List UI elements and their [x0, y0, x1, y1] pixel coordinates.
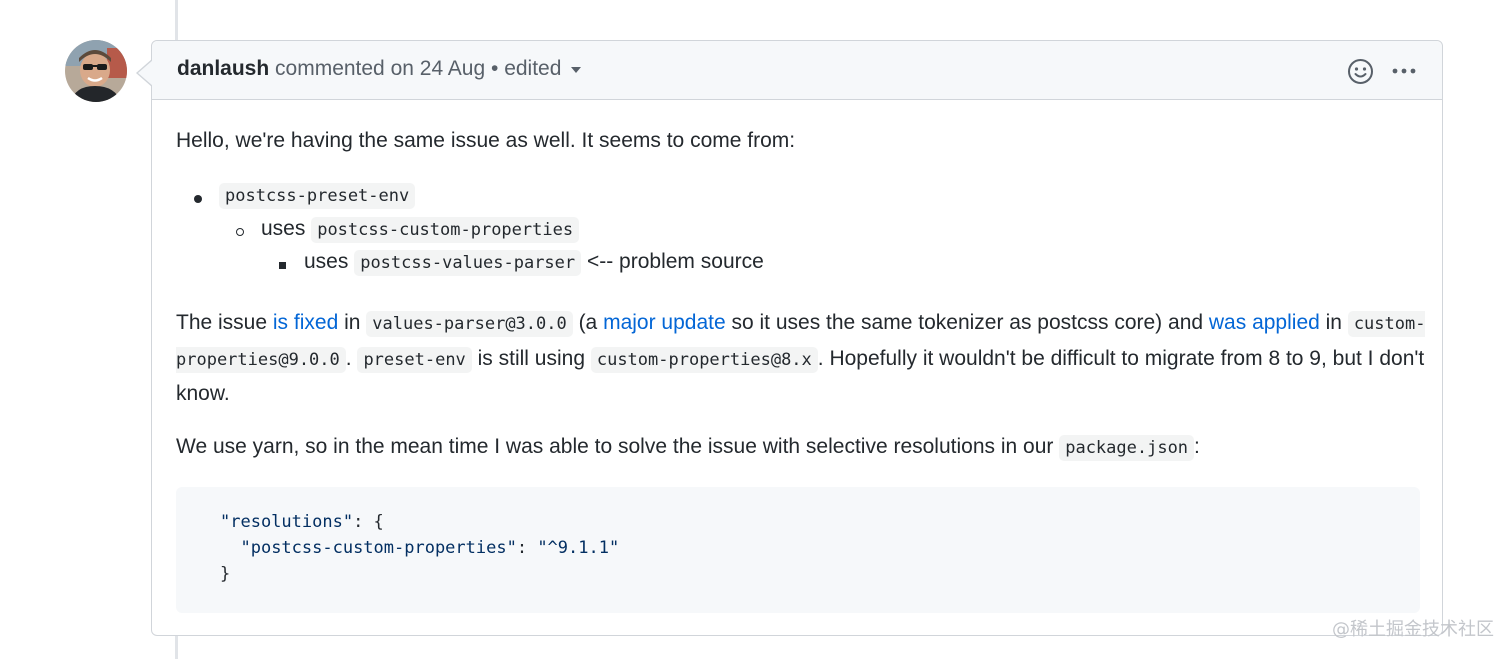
code-token: : [516, 538, 538, 558]
chevron-down-icon [571, 67, 582, 74]
edited-dropdown[interactable]: edited [504, 57, 582, 80]
smiley-icon [1348, 58, 1373, 84]
comment-paragraph-2: The issue is fixed in values-parser@3.0.… [176, 306, 1426, 411]
code-token: } [220, 564, 231, 584]
code-token: "^9.1.1" [537, 538, 620, 558]
comment-caret-inner [138, 60, 153, 86]
inline-code: preset-env [357, 346, 472, 373]
text: : [1194, 435, 1200, 458]
text: (a [572, 311, 604, 334]
list-bullet-square [279, 262, 286, 269]
list-text: uses [261, 217, 312, 240]
comment-menu-button[interactable] [1390, 57, 1418, 85]
list-text: <-- problem source [581, 250, 764, 273]
inline-code: postcss-preset-env [219, 183, 416, 209]
inline-code: values-parser@3.0.0 [366, 311, 573, 337]
comment-header-text: danlaush commented on 24 Aug • edited [177, 57, 582, 81]
code-block-content: "resolutions": { "postcss-custom-propert… [220, 509, 1420, 587]
text: We use yarn, so in the mean time I was a… [176, 435, 1060, 458]
author-link[interactable]: danlaush [177, 57, 269, 80]
is-fixed-link[interactable]: is fixed [273, 311, 338, 334]
avatar-image [65, 40, 127, 102]
inline-code: package.json [1059, 435, 1195, 461]
code-token: "resolutions" [220, 512, 354, 532]
user-avatar[interactable] [65, 40, 127, 102]
watermark: @稀土掘金技术社区 [1332, 619, 1494, 640]
list-item-level1: postcss-preset-env [219, 183, 416, 209]
code-token: : { [353, 512, 384, 532]
text: in [1319, 311, 1348, 334]
was-applied-link[interactable]: was applied [1209, 311, 1320, 334]
text: in [338, 311, 367, 334]
comment-intro: Hello, we're having the same issue as we… [176, 129, 796, 152]
edited-label: edited [504, 57, 562, 80]
code-token: "postcss-custom-properties" [240, 538, 517, 558]
list-item-level2: uses postcss-custom-properties [261, 217, 580, 243]
comment-box: danlaush commented on 24 Aug • edited He… [136, 40, 1443, 636]
inline-code: postcss-values-parser [354, 250, 582, 276]
kebab-horizontal-icon [1392, 68, 1416, 74]
list-text: uses [304, 250, 355, 273]
list-bullet-circle [236, 228, 244, 236]
add-reaction-button[interactable] [1347, 58, 1390, 85]
text: . [345, 346, 358, 370]
list-item-level3: uses postcss-values-parser <-- problem s… [304, 250, 764, 276]
header-separator: • [485, 57, 505, 80]
comment-actions [1347, 57, 1418, 85]
comment-header: danlaush commented on 24 Aug • edited [152, 41, 1442, 100]
text: The issue [176, 311, 273, 334]
inline-code: custom-properties@8.x [590, 346, 818, 373]
text: so it uses the same tokenizer as postcss… [725, 311, 1209, 334]
list-bullet-disc [194, 195, 202, 203]
comment-action: commented on 24 Aug [269, 57, 486, 80]
major-update-link[interactable]: major update [603, 311, 726, 334]
text: is still using [471, 346, 591, 370]
inline-code: postcss-custom-properties [311, 217, 580, 243]
comment-paragraph-3: We use yarn, so in the mean time I was a… [176, 430, 1426, 466]
code-block: "resolutions": { "postcss-custom-propert… [176, 487, 1420, 613]
